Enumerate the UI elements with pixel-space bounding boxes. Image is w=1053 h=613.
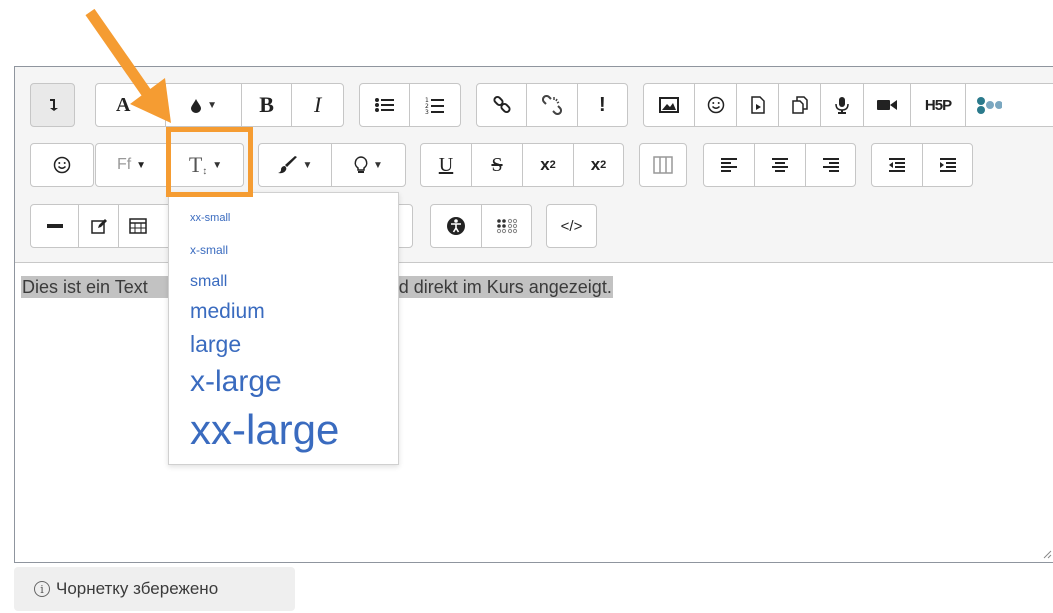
annotation-arrow-icon: [85, 8, 171, 123]
